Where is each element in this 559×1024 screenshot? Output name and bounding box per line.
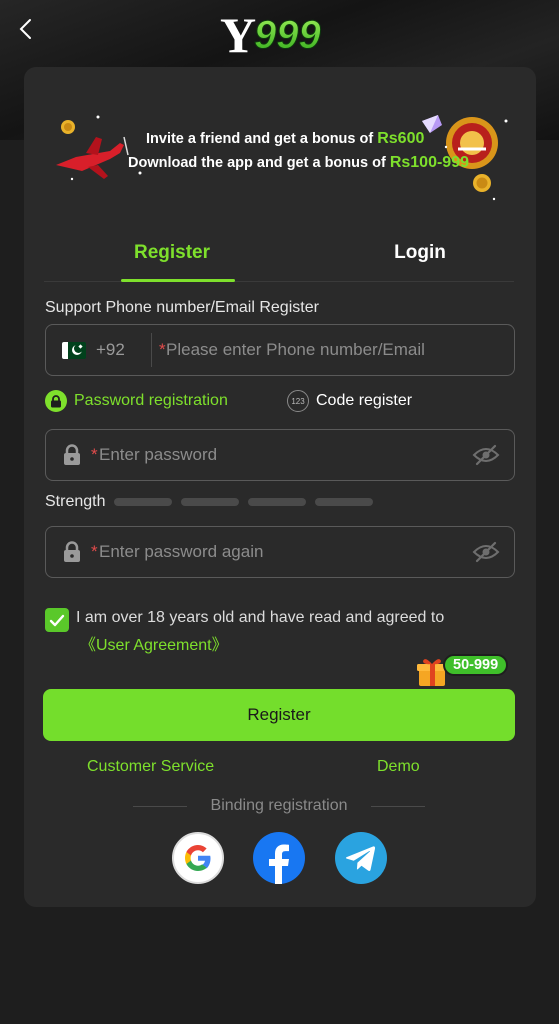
divider <box>151 333 152 367</box>
svg-text:Y: Y <box>220 7 256 62</box>
strength-label: Strength <box>45 493 106 510</box>
phone-field: +92 * <box>45 324 515 376</box>
password-input[interactable] <box>99 430 459 480</box>
promo-line1: Invite a friend and get a bonus of <box>146 131 374 147</box>
register-card: Invite a friend and get a bonus of Rs600… <box>24 67 536 907</box>
eye-off-icon[interactable] <box>472 444 500 466</box>
telegram-login-button[interactable] <box>335 832 387 884</box>
strength-bar <box>248 498 307 506</box>
promo-text: Invite a friend and get a bonus of Rs600… <box>128 127 478 175</box>
password-registration-label: Password registration <box>74 392 228 409</box>
google-login-button[interactable] <box>172 832 224 884</box>
eye-off-icon[interactable] <box>472 541 500 563</box>
phone-email-input[interactable] <box>166 325 506 375</box>
register-button[interactable]: Register <box>43 689 515 741</box>
password-field: * <box>45 429 515 481</box>
required-mark: * <box>159 340 166 359</box>
lock-icon <box>64 541 80 562</box>
promo-amount-2: Rs100-999 <box>389 154 469 171</box>
bonus-badge: 50-999 <box>415 654 523 688</box>
password-registration-option[interactable]: Password registration <box>45 390 228 412</box>
plane-icon <box>56 136 129 179</box>
back-button[interactable] <box>12 14 40 44</box>
google-icon <box>185 845 211 871</box>
user-agreement-link[interactable]: 《User Agreement》 <box>80 631 228 655</box>
demo-link[interactable]: Demo <box>377 758 420 776</box>
confirm-password-input[interactable] <box>99 527 459 577</box>
coin-icon <box>473 174 491 192</box>
tab-register[interactable]: Register <box>102 242 242 264</box>
registration-mode: Password registration 123 Code register <box>45 390 515 416</box>
required-mark: * <box>91 542 98 561</box>
promo-line2: Download the app and get a bonus of <box>128 155 386 171</box>
strength-bar <box>315 498 374 506</box>
strength-bar <box>181 498 240 506</box>
tab-login[interactable]: Login <box>350 242 490 264</box>
checkmark-icon <box>49 614 65 626</box>
strength-bar <box>114 498 173 506</box>
chevron-left-icon <box>19 19 31 39</box>
agree-checkbox[interactable] <box>45 608 69 632</box>
support-label: Support Phone number/Email Register <box>45 299 319 316</box>
facebook-icon <box>269 844 289 884</box>
binding-divider: Binding registration <box>133 797 425 815</box>
code-register-label: Code register <box>316 392 413 409</box>
customer-service-link[interactable]: Customer Service <box>87 758 214 776</box>
required-mark: * <box>91 445 98 464</box>
bonus-amount: 50-999 <box>443 654 509 676</box>
y999-logo: Y 999 <box>220 7 322 62</box>
divider <box>371 806 425 807</box>
auth-tabs: Register Login <box>44 232 514 282</box>
password-strength: Strength <box>45 493 374 511</box>
promo-amount-1: Rs600 <box>377 130 425 147</box>
facebook-login-button[interactable] <box>253 832 305 884</box>
agree-text: I am over 18 years old and have read and… <box>76 609 445 626</box>
telegram-icon <box>346 846 376 871</box>
lock-icon <box>64 444 80 465</box>
confirm-password-field: * <box>45 526 515 578</box>
coin-icon <box>61 120 75 134</box>
country-code-select[interactable]: +92 <box>96 340 125 360</box>
lock-icon <box>45 390 67 412</box>
svg-text:999: 999 <box>254 13 321 57</box>
code-register-option[interactable]: 123 Code register <box>287 390 412 412</box>
active-tab-indicator <box>121 279 235 282</box>
pakistan-flag-icon <box>62 342 86 359</box>
numeric-code-icon: 123 <box>287 390 309 412</box>
